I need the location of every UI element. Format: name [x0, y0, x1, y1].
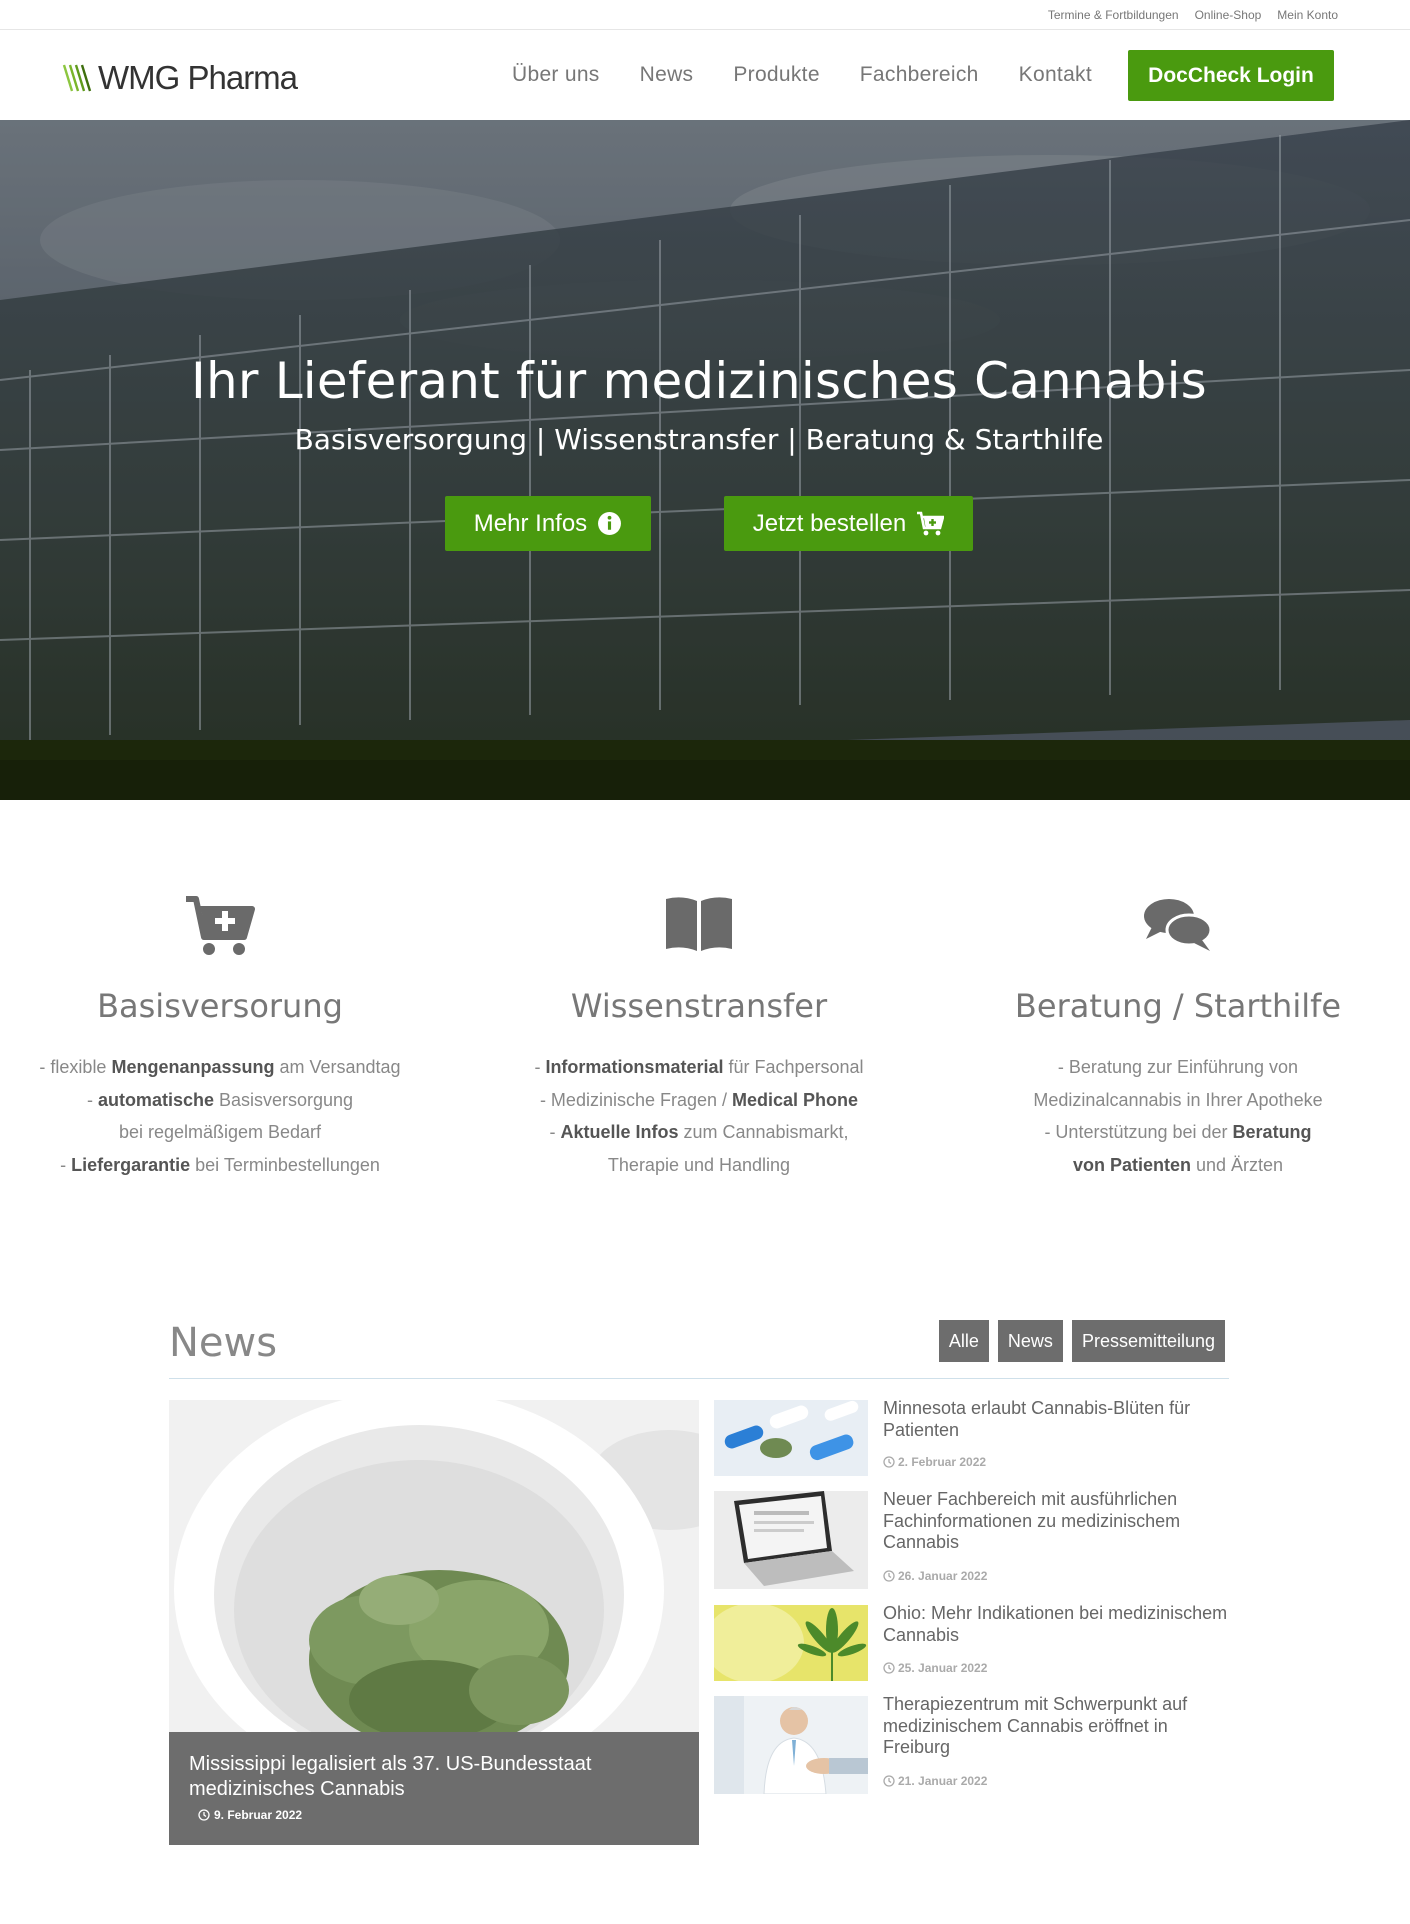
doctor-handshake-image: [714, 1696, 868, 1794]
jetzt-bestellen-button[interactable]: Jetzt bestellen: [724, 496, 973, 551]
feature-text: - Informationsmaterial für Fachpersonal …: [534, 1057, 864, 1175]
news-item[interactable]: Neuer Fachbereich mit ausführlichen Fach…: [714, 1489, 1234, 1589]
news-thumbnail: [714, 1605, 868, 1681]
feature-basisversorgung: Basisversorung - flexible Mengenanpassun…: [0, 895, 440, 1181]
nav-kontakt[interactable]: Kontakt: [1019, 63, 1092, 87]
nav-ueber-uns[interactable]: Über uns: [512, 63, 600, 87]
main-nav: Über uns News Produkte Fachbereich Konta…: [512, 30, 1092, 120]
link-mein-konto[interactable]: Mein Konto: [1277, 8, 1338, 22]
feature-title: Wissenstransfer: [570, 987, 828, 1025]
news-item[interactable]: Ohio: Mehr Indikationen bei medizinische…: [714, 1603, 1234, 1685]
news-item[interactable]: Minnesota erlaubt Cannabis-Blüten für Pa…: [714, 1398, 1234, 1480]
featured-news-caption: Mississippi legalisiert als 37. US-Bunde…: [169, 1732, 699, 1845]
news-item-headline[interactable]: Minnesota erlaubt Cannabis-Blüten für Pa…: [883, 1398, 1233, 1441]
news-divider: [169, 1378, 1229, 1379]
cart-plus-icon: [186, 896, 255, 955]
news-item-date: 25. Januar 2022: [883, 1661, 987, 1675]
cannabis-leaf-image: [714, 1605, 868, 1681]
news-thumbnail: [714, 1696, 868, 1794]
top-utility-bar: Termine & Fortbildungen Online-Shop Mein…: [0, 0, 1410, 30]
filter-alle[interactable]: Alle: [938, 1320, 989, 1362]
news-item-headline[interactable]: Neuer Fachbereich mit ausführlichen Fach…: [883, 1489, 1233, 1554]
chat-bubbles-icon: [1144, 899, 1213, 951]
clock-icon: [883, 1775, 895, 1787]
nav-news[interactable]: News: [640, 63, 694, 87]
link-online-shop[interactable]: Online-Shop: [1195, 8, 1262, 22]
pills-image: [714, 1400, 868, 1476]
doccheck-login-button[interactable]: DocCheck Login: [1128, 50, 1334, 101]
logo[interactable]: WMG Pharma: [62, 58, 298, 98]
mehr-infos-button[interactable]: Mehr Infos: [445, 496, 651, 551]
feature-beratung: Beratung / Starthilfe - Beratung zur Ein…: [958, 895, 1398, 1181]
filter-news[interactable]: News: [997, 1320, 1063, 1362]
utility-links: Termine & Fortbildungen Online-Shop Mein…: [1048, 0, 1338, 29]
logo-text: WMG Pharma: [98, 59, 298, 96]
news-thumbnail: [714, 1491, 868, 1589]
feature-text: - flexible Mengenanpassung am Versandtag…: [39, 1057, 401, 1175]
hero-title: Ihr Lieferant für medizinisches Cannabis: [191, 352, 1207, 410]
clock-icon: [198, 1809, 210, 1821]
feature-title: Beratung / Starthilfe: [1014, 987, 1342, 1025]
news-item-date: 26. Januar 2022: [883, 1569, 987, 1583]
feature-title: Basisversorung: [97, 987, 343, 1025]
link-termine[interactable]: Termine & Fortbildungen: [1048, 8, 1179, 22]
mehr-infos-label: Mehr Infos: [473, 509, 588, 537]
news-item[interactable]: Therapiezentrum mit Schwerpunkt auf medi…: [714, 1694, 1234, 1794]
news-thumbnail: [714, 1400, 868, 1476]
clock-icon: [883, 1570, 895, 1582]
hero-banner: Ihr Lieferant für medizinisches Cannabis…: [0, 120, 1410, 800]
info-icon: [598, 512, 622, 535]
featured-news-date: 9. Februar 2022: [198, 1808, 302, 1822]
cart-plus-icon: [917, 511, 945, 535]
filter-pressemitteilung[interactable]: Pressemitteilung: [1071, 1320, 1225, 1362]
news-item-date: 2. Februar 2022: [883, 1455, 986, 1469]
laptop-image: [714, 1491, 868, 1589]
jetzt-bestellen-label: Jetzt bestellen: [752, 509, 907, 537]
hero-overlay: [0, 120, 1410, 800]
featured-news-headline[interactable]: Mississippi legalisiert als 37. US-Bunde…: [189, 1752, 629, 1802]
hero-subtitle: Basisversorgung | Wissenstransfer | Bera…: [294, 423, 1104, 456]
news-heading: News: [169, 1320, 278, 1366]
news-item-headline[interactable]: Therapiezentrum mit Schwerpunkt auf medi…: [883, 1694, 1233, 1759]
logo-stripes-icon: [62, 64, 92, 92]
feature-wissenstransfer: Wissenstransfer - Informationsmaterial f…: [479, 895, 919, 1181]
clock-icon: [883, 1456, 895, 1468]
news-item-headline[interactable]: Ohio: Mehr Indikationen bei medizinische…: [883, 1603, 1233, 1646]
news-filters: Alle News Pressemitteilung: [938, 1320, 1225, 1362]
main-header: WMG Pharma Über uns News Produkte Fachbe…: [0, 30, 1410, 121]
nav-fachbereich[interactable]: Fachbereich: [860, 63, 979, 87]
featured-news-card[interactable]: Mississippi legalisiert als 37. US-Bunde…: [169, 1400, 699, 1845]
news-item-date: 21. Januar 2022: [883, 1774, 987, 1788]
clock-icon: [883, 1662, 895, 1674]
feature-text: - Beratung zur Einführung von Medizinalc…: [1033, 1057, 1323, 1175]
nav-produkte[interactable]: Produkte: [733, 63, 819, 87]
book-icon: [666, 897, 732, 951]
